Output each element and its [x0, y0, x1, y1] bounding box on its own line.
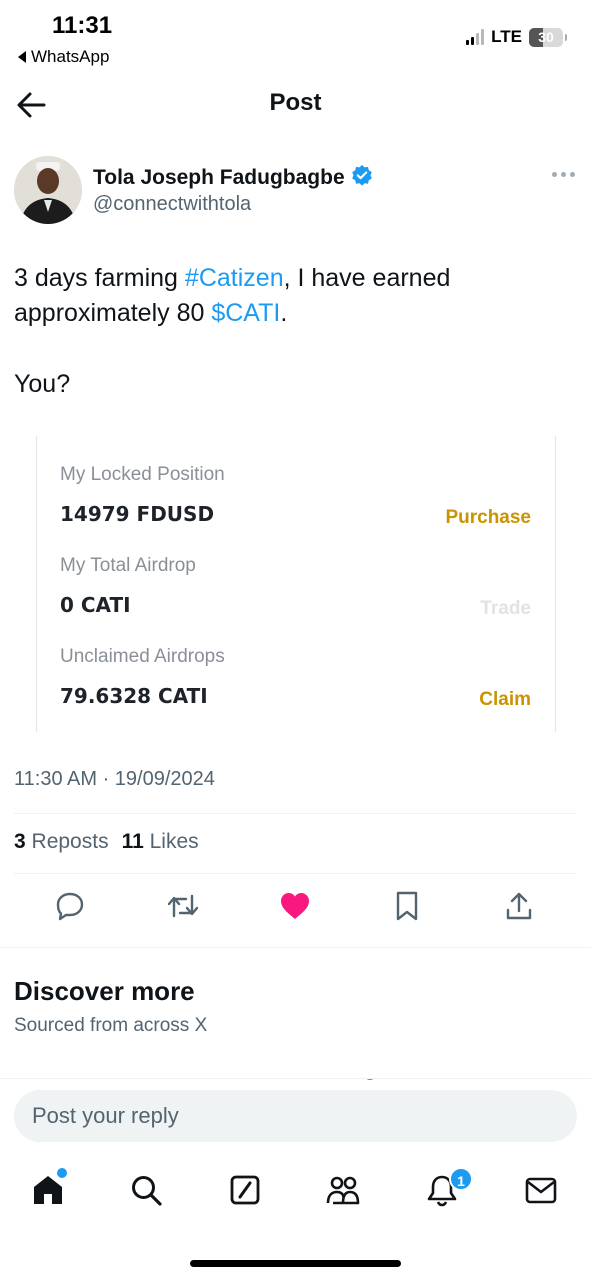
- author-name[interactable]: Tola Joseph Fadugbagbe: [93, 164, 373, 192]
- network-label: LTE: [491, 27, 522, 46]
- search-icon[interactable]: [124, 1168, 168, 1212]
- bookmark-icon[interactable]: [385, 884, 429, 928]
- tweet-text-line: You?: [14, 370, 71, 398]
- cashtag-link[interactable]: $CATI: [211, 299, 280, 327]
- section-divider: [0, 1078, 591, 1079]
- signal-icon: [466, 29, 485, 45]
- page-title: Post: [269, 89, 322, 116]
- tweet-text-part: approximately 80: [14, 299, 212, 327]
- repost-icon[interactable]: [161, 884, 205, 928]
- status-time: 11:31: [52, 12, 113, 39]
- home-indicator[interactable]: [190, 1260, 401, 1267]
- locked-position-label: My Locked Position: [60, 464, 225, 485]
- grok-icon[interactable]: [223, 1168, 267, 1212]
- tweet-text-part: , I have earned: [283, 264, 451, 292]
- share-icon[interactable]: [497, 884, 541, 928]
- reposts-stat[interactable]: 3 Reposts: [14, 830, 109, 854]
- tweet-text: 3 days farming #Catizen, I have earned a…: [14, 261, 574, 331]
- hashtag-link[interactable]: #Catizen: [185, 264, 284, 292]
- post-timestamp[interactable]: 11:30 AM · 19/09/2024: [14, 768, 215, 791]
- verified-badge-icon: [351, 164, 373, 192]
- back-to-app-link[interactable]: WhatsApp: [18, 47, 109, 67]
- reposts-count: 3: [14, 830, 26, 853]
- communities-icon[interactable]: [321, 1168, 365, 1212]
- locked-position-value: 14979 FDUSD: [60, 502, 215, 526]
- trade-button: Trade: [480, 598, 531, 619]
- author-name-text: Tola Joseph Fadugbagbe: [93, 166, 345, 189]
- avatar[interactable]: [14, 156, 82, 224]
- author-handle[interactable]: @connectwithtola: [93, 193, 251, 216]
- tweet-text-part: .: [280, 299, 288, 327]
- claim-button: Claim: [479, 689, 531, 710]
- reply-icon[interactable]: [48, 884, 92, 928]
- divider: [14, 813, 577, 814]
- more-options-icon[interactable]: [552, 172, 575, 177]
- action-bar: [0, 884, 591, 928]
- back-triangle-icon: [18, 51, 26, 63]
- battery-level: 30: [538, 28, 554, 45]
- status-indicators: LTE 30: [466, 27, 567, 47]
- discover-subtitle: Sourced from across X: [14, 1015, 208, 1036]
- reply-input[interactable]: Post your reply: [14, 1090, 577, 1142]
- tweet-text-part: 3 days farming: [14, 264, 185, 292]
- home-unread-dot: [57, 1168, 67, 1178]
- back-app-label: WhatsApp: [31, 47, 110, 66]
- likes-label: Likes: [149, 830, 199, 853]
- unclaimed-airdrops-label: Unclaimed Airdrops: [60, 646, 225, 667]
- total-airdrop-value: 0 CATI: [60, 593, 131, 617]
- reposts-label: Reposts: [31, 830, 109, 853]
- battery-icon: 30: [529, 27, 567, 47]
- notification-badge: 1: [449, 1167, 473, 1191]
- total-airdrop-label: My Total Airdrop: [60, 555, 196, 576]
- likes-count: 11: [121, 830, 144, 853]
- purchase-button: Purchase: [445, 507, 531, 528]
- bottom-nav: [0, 1164, 591, 1220]
- discover-title: Discover more: [14, 976, 195, 1006]
- like-icon[interactable]: [273, 884, 317, 928]
- likes-stat[interactable]: 11 Likes: [122, 830, 199, 854]
- tweet-image[interactable]: My Locked Position 14979 FDUSD Purchase …: [36, 436, 556, 732]
- section-divider: [0, 947, 591, 948]
- reply-placeholder: Post your reply: [32, 1103, 179, 1128]
- divider: [14, 873, 577, 874]
- engagement-stats: 3 Reposts 11 Likes: [14, 830, 199, 854]
- unclaimed-airdrops-value: 79.6328 CATI: [60, 684, 208, 708]
- messages-icon[interactable]: [519, 1168, 563, 1212]
